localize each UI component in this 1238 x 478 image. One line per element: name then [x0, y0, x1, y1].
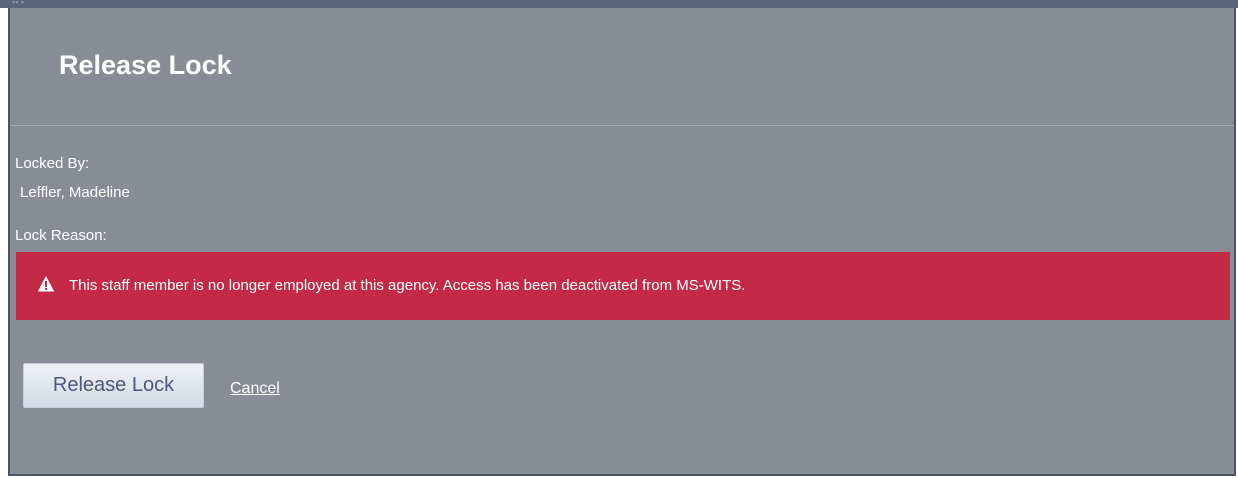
release-lock-dialog: Release Lock Locked By: Leffler, Madelin…	[8, 8, 1236, 476]
background-window-fragment: ▪▪ ▪	[12, 0, 25, 7]
dialog-header: Release Lock	[10, 8, 1234, 126]
locked-by-value: Leffler, Madeline	[20, 184, 130, 201]
locked-by-label: Locked By:	[15, 155, 90, 172]
screen: ▪▪ ▪ Release Lock Locked By: Leffler, Ma…	[0, 0, 1238, 478]
lock-reason-alert: This staff member is no longer employed …	[16, 252, 1230, 320]
dialog-title: Release Lock	[59, 50, 232, 80]
release-lock-button[interactable]: Release Lock	[23, 363, 204, 408]
cancel-link[interactable]: Cancel	[230, 380, 280, 398]
warning-icon	[37, 276, 55, 292]
lock-reason-message: This staff member is no longer employed …	[69, 277, 746, 294]
lock-reason-label: Lock Reason:	[15, 227, 107, 244]
background-window-strip: ▪▪ ▪	[0, 0, 1238, 8]
